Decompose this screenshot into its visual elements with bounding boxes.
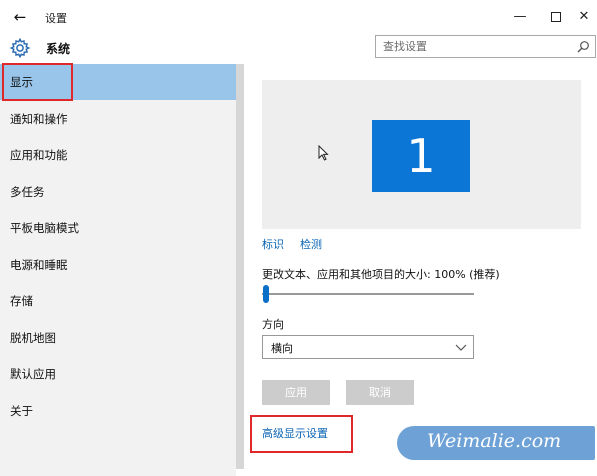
apply-button[interactable]: 应用 [262,380,330,405]
mouse-cursor-icon [318,145,329,161]
search-input[interactable] [376,36,573,57]
cancel-button[interactable]: 取消 [346,380,414,405]
identify-link[interactable]: 标识 [262,236,284,252]
window-title: 设置 [45,12,67,25]
sidebar-item-storage[interactable]: 存储 [0,283,236,319]
sidebar-item-default-apps[interactable]: 默认应用 [0,356,236,392]
maximize-icon [551,11,561,22]
back-arrow-icon: ← [13,8,27,26]
back-button[interactable]: ← [9,6,31,28]
sidebar-scrollbar[interactable] [236,64,244,469]
sidebar-item-tablet-mode[interactable]: 平板电脑模式 [0,210,236,246]
close-button[interactable]: ✕ [566,4,597,30]
scale-slider-thumb[interactable] [263,285,269,303]
watermark: Weimalie.com [397,426,595,460]
sidebar-item-apps[interactable]: 应用和功能 [0,137,236,173]
sidebar-item-notifications[interactable]: 通知和操作 [0,101,236,137]
settings-window: ← 设置 — ✕ 系统 显示 通知和操作 应用和功能 多任务 平板电脑模式 [0,0,597,476]
minimize-icon: — [513,9,527,24]
sidebar-item-power-sleep[interactable]: 电源和睡眠 [0,247,236,283]
search-icon[interactable] [576,40,590,54]
detect-link[interactable]: 检测 [300,236,322,252]
scale-label: 更改文本、应用和其他项目的大小: 100% (推荐) [262,268,500,281]
gear-icon [9,37,31,59]
sidebar-item-offline-maps[interactable]: 脱机地图 [0,320,236,356]
highlight-box-advanced [250,415,353,453]
scale-slider-track[interactable] [262,293,474,295]
sidebar-item-multitasking[interactable]: 多任务 [0,174,236,210]
close-icon: ✕ [578,9,590,24]
orientation-label: 方向 [262,318,284,331]
highlight-box-display [2,63,73,101]
sidebar: 显示 通知和操作 应用和功能 多任务 平板电脑模式 电源和睡眠 存储 脱机地图 … [0,64,236,476]
minimize-button[interactable]: — [502,4,538,30]
page-title: 系统 [46,42,71,56]
chevron-down-icon [455,344,467,351]
monitor-tile[interactable]: 1 [372,120,470,192]
title-bar: ← 设置 — ✕ [0,0,597,34]
orientation-dropdown[interactable]: 横向 [262,335,474,359]
search-box[interactable] [375,35,596,58]
orientation-value: 横向 [271,342,293,355]
sidebar-item-about[interactable]: 关于 [0,393,236,429]
watermark-text: Weimalie.com [427,430,562,452]
